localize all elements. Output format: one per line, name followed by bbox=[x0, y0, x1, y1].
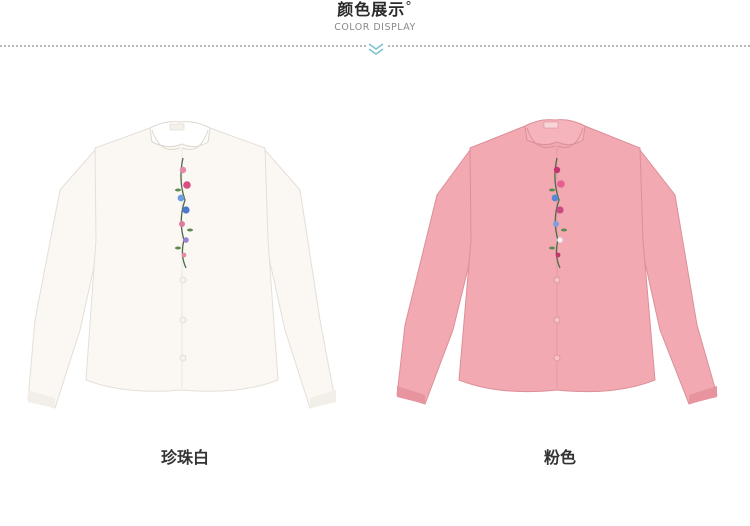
title-mark: ° bbox=[405, 0, 413, 15]
section-title: 颜色展示° bbox=[0, 0, 750, 20]
shirt-image-pearl-white bbox=[27, 121, 336, 409]
product-label-pink: 粉色 bbox=[543, 448, 576, 467]
section-header: 颜色展示° COLOR DISPLAY bbox=[0, 0, 750, 60]
shirt-image-pink bbox=[396, 119, 718, 405]
double-chevron-down-icon bbox=[366, 41, 386, 55]
product-card-pearl-white[interactable]: 珍珠白 bbox=[0, 90, 370, 467]
section-subtitle: COLOR DISPLAY bbox=[334, 22, 416, 33]
product-card-pink[interactable]: 粉色 bbox=[375, 90, 745, 467]
product-label-pearl-white: 珍珠白 bbox=[160, 448, 209, 467]
section-title-text: 颜色展示 bbox=[337, 0, 406, 19]
